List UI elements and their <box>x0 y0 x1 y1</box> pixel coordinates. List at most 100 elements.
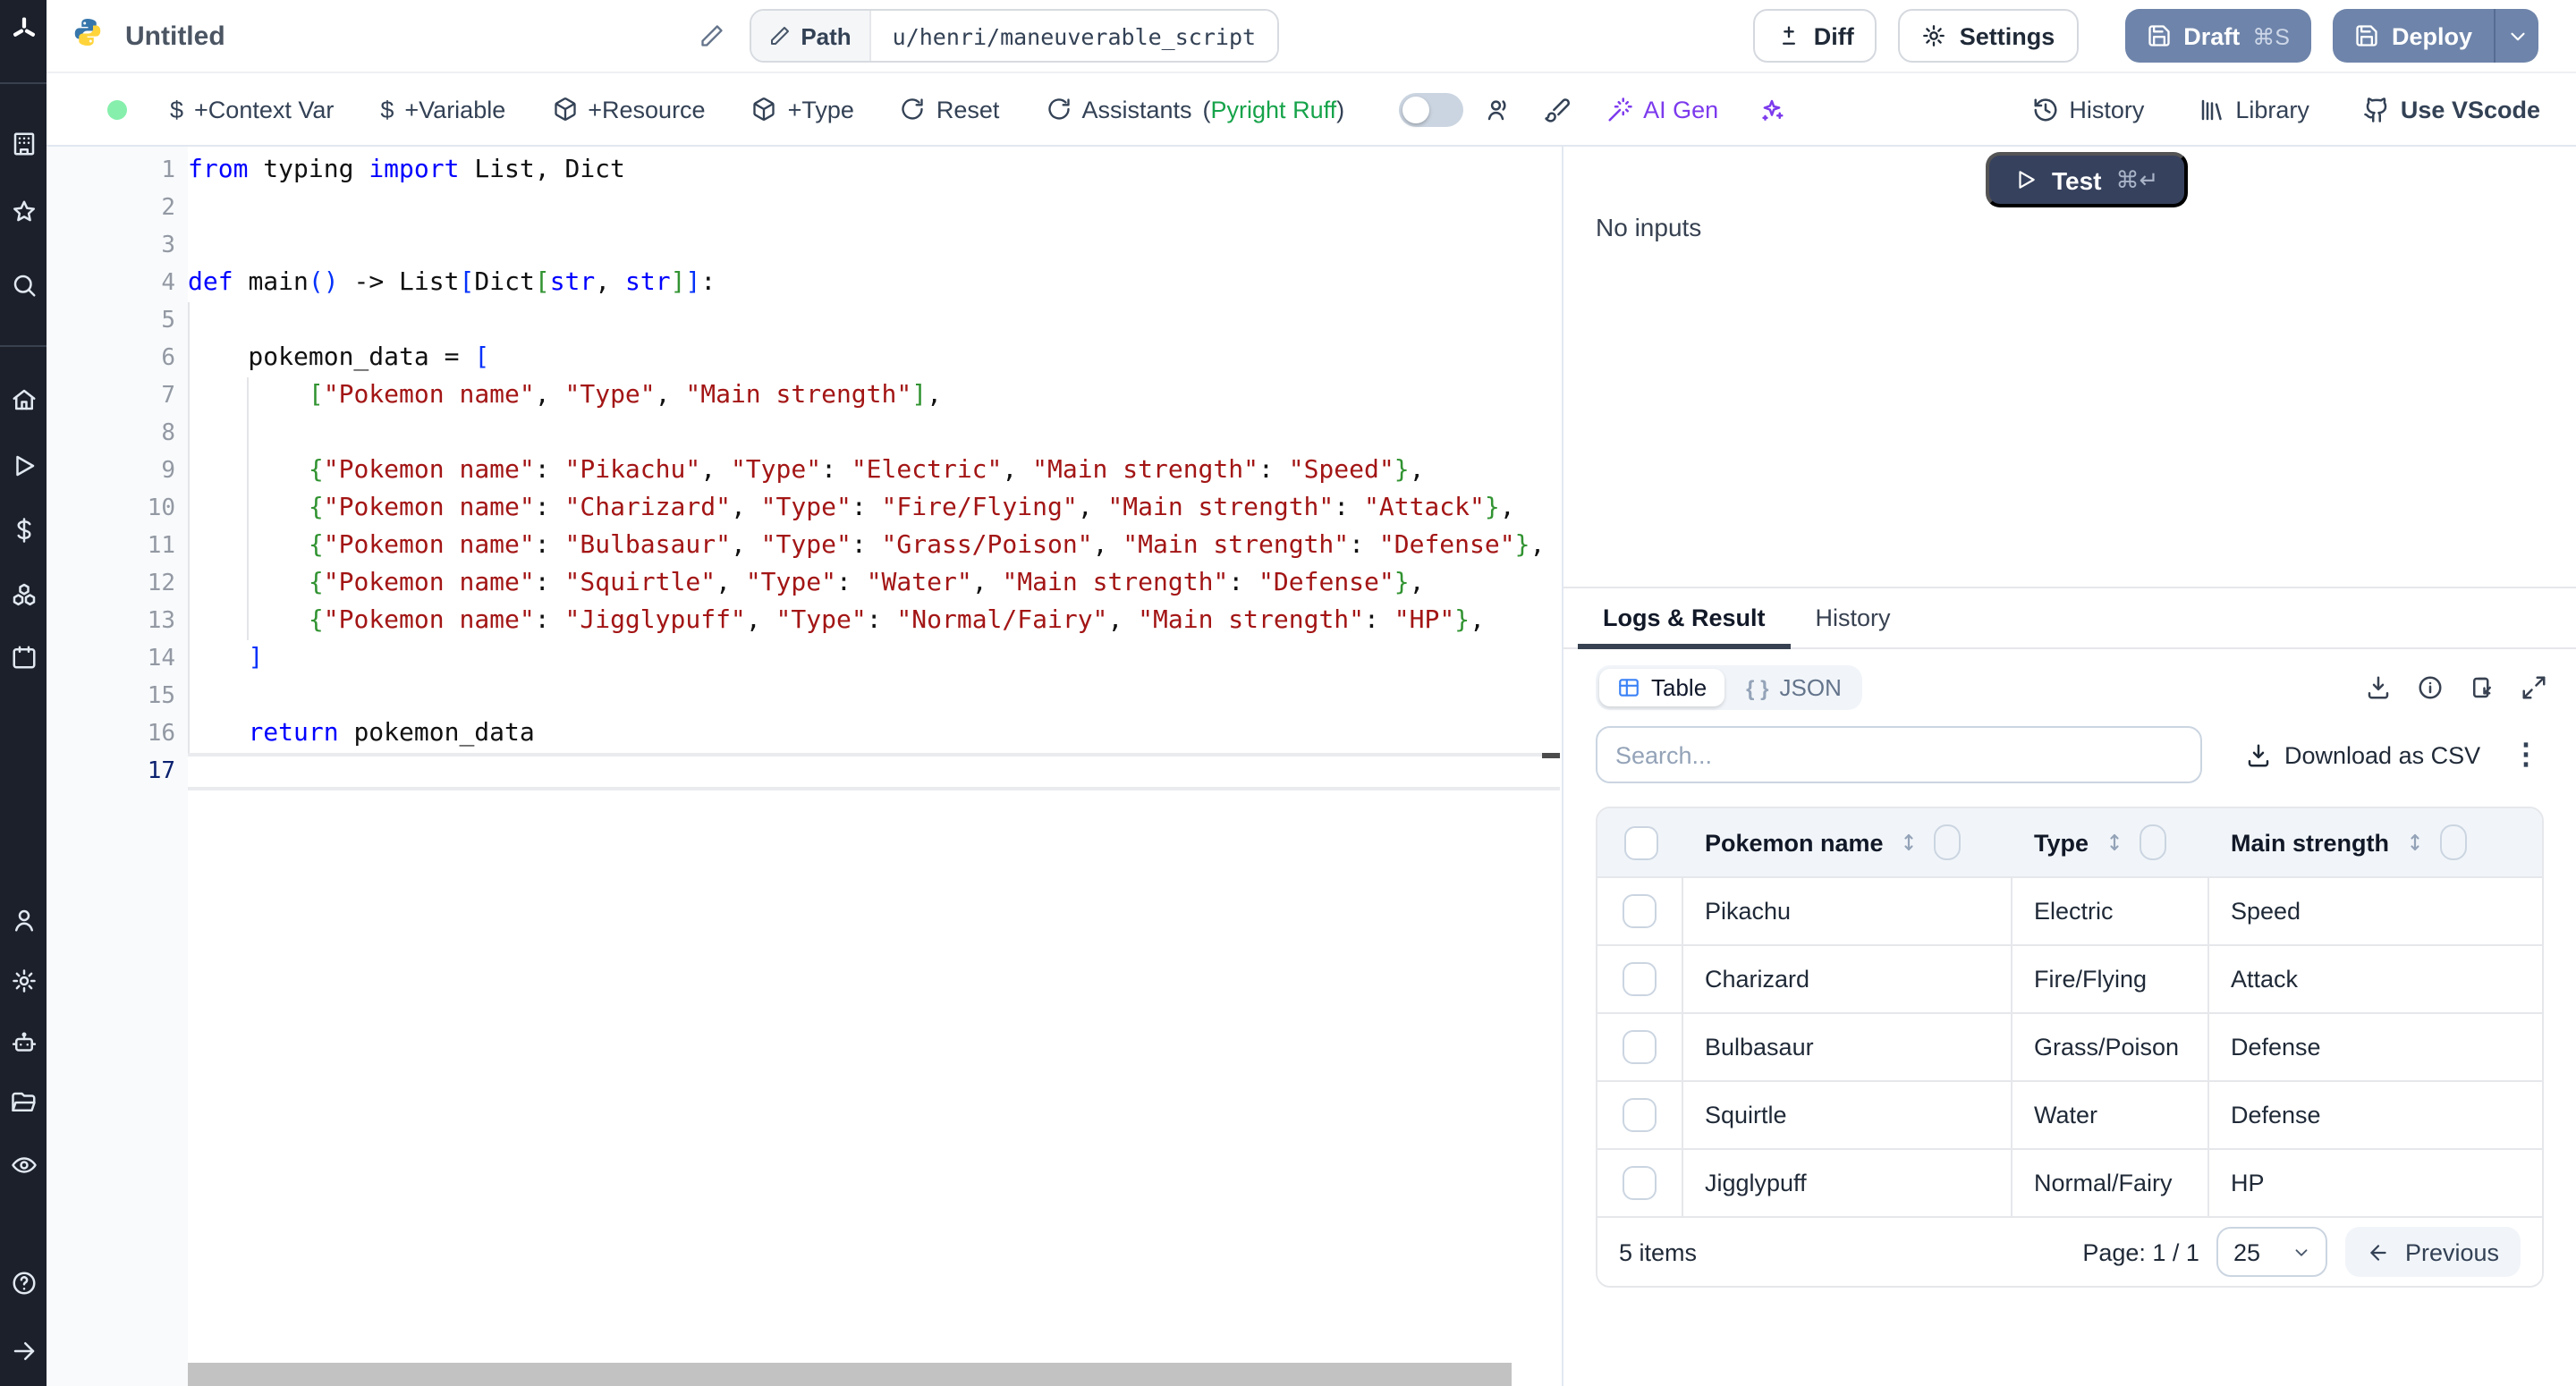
sidebar-item-favorites[interactable] <box>0 190 47 232</box>
download-result-icon[interactable] <box>2365 674 2392 701</box>
column-filter-pill[interactable] <box>2439 824 2466 860</box>
download-csv-button[interactable]: Download as CSV <box>2245 741 2480 768</box>
line-number: 16 <box>47 715 175 753</box>
sidebar-item-help[interactable] <box>0 1261 47 1304</box>
multiplayer-button[interactable] <box>1484 96 1511 123</box>
info-icon[interactable] <box>2417 674 2444 701</box>
sidebar-item-settings[interactable] <box>0 959 47 1001</box>
row-checkbox[interactable] <box>1623 1098 1657 1132</box>
add-type-button[interactable]: +Type <box>752 96 854 123</box>
code-text <box>175 678 188 715</box>
sidebar-item-user[interactable] <box>0 898 47 941</box>
view-json-option[interactable]: { } JSON <box>1728 669 1860 706</box>
multiplayer-toggle[interactable] <box>1398 92 1462 126</box>
settings-button[interactable]: Settings <box>1899 9 2079 63</box>
line-number: 15 <box>47 678 175 715</box>
line-number: 10 <box>47 490 175 528</box>
editor-horizontal-scrollbar[interactable] <box>188 1363 1512 1386</box>
code-editor[interactable]: 1from typing import List, Dict234def mai… <box>47 147 1562 1386</box>
page-size-select[interactable]: 25 <box>2217 1227 2328 1277</box>
sidebar-divider <box>0 345 47 347</box>
code-line[interactable]: 1from typing import List, Dict <box>47 152 1562 190</box>
code-line[interactable]: 8 <box>47 415 1562 452</box>
draft-button[interactable]: Draft ⌘S <box>2124 9 2311 63</box>
ai-sparkles-button[interactable] <box>1758 96 1784 123</box>
edit-pencil-icon[interactable] <box>699 23 724 48</box>
sidebar-item-schedules[interactable] <box>0 635 47 678</box>
row-checkbox[interactable] <box>1623 962 1657 996</box>
reset-button[interactable]: Reset <box>901 96 1000 123</box>
column-filter-pill[interactable] <box>1934 824 1961 860</box>
path-value[interactable]: u/henri/maneuverable_script <box>871 11 1277 61</box>
sort-icon[interactable] <box>2103 832 2124 853</box>
clipboard-copy-icon[interactable] <box>2469 674 2496 701</box>
sidebar-item-audit-logs[interactable] <box>0 1143 47 1186</box>
sidebar-item-expand[interactable] <box>0 1329 47 1372</box>
code-line[interactable]: 11 {"Pokemon name": "Bulbasaur", "Type":… <box>47 528 1562 565</box>
path-label: Path <box>801 22 851 49</box>
line-number: 13 <box>47 603 175 640</box>
draft-shortcut: ⌘S <box>2252 22 2290 49</box>
code-line[interactable]: 7 ["Pokemon name", "Type", "Main strengt… <box>47 377 1562 415</box>
indent-guide <box>188 302 190 753</box>
code-line[interactable]: 12 {"Pokemon name": "Squirtle", "Type": … <box>47 565 1562 603</box>
code-line[interactable]: 6 pokemon_data = [ <box>47 340 1562 377</box>
windmill-logo-icon[interactable] <box>0 14 47 45</box>
row-checkbox[interactable] <box>1623 894 1657 928</box>
table-cell: Defense <box>2209 1082 2542 1148</box>
more-options-button[interactable]: ⋮ <box>2512 737 2558 773</box>
code-line[interactable]: 15 <box>47 678 1562 715</box>
sort-icon[interactable] <box>2403 832 2425 853</box>
code-text: pokemon_data = [ <box>175 340 489 377</box>
history-label: History <box>2069 96 2144 123</box>
deploy-button[interactable]: Deploy <box>2333 9 2494 63</box>
user-sound-icon <box>1484 96 1511 123</box>
row-checkbox[interactable] <box>1623 1030 1657 1064</box>
format-button[interactable] <box>1543 96 1570 123</box>
sort-icon[interactable] <box>1898 832 1919 853</box>
library-button[interactable]: Library <box>2198 96 2309 123</box>
assistants-button[interactable]: Assistants (Pyright Ruff) <box>1046 96 1344 123</box>
wand-icon <box>1606 96 1632 123</box>
vscode-button[interactable]: Use VScode <box>2363 96 2540 123</box>
add-context-var-button[interactable]: $ +Context Var <box>170 96 334 123</box>
code-line[interactable]: 2 <box>47 190 1562 227</box>
code-line[interactable]: 3 <box>47 227 1562 265</box>
ai-gen-button[interactable]: AI Gen <box>1606 96 1718 123</box>
sidebar-item-resources[interactable] <box>0 572 47 615</box>
row-checkbox[interactable] <box>1623 1166 1657 1200</box>
code-line[interactable]: 4def main() -> List[Dict[str, str]]: <box>47 265 1562 302</box>
sidebar-item-variables[interactable] <box>0 508 47 551</box>
tab-logs-result[interactable]: Logs & Result <box>1578 588 1791 649</box>
deploy-dropdown-button[interactable] <box>2494 9 2538 63</box>
sidebar-divider <box>0 82 47 84</box>
code-line[interactable]: 10 {"Pokemon name": "Charizard", "Type":… <box>47 490 1562 528</box>
code-line[interactable]: 13 {"Pokemon name": "Jigglypuff", "Type"… <box>47 603 1562 640</box>
sidebar-item-workspace[interactable] <box>0 122 47 165</box>
view-table-option[interactable]: Table <box>1599 669 1724 706</box>
diff-button[interactable]: Diff <box>1753 9 1877 63</box>
expand-icon[interactable] <box>2521 674 2547 701</box>
add-resource-button[interactable]: +Resource <box>552 96 705 123</box>
sidebar-item-home[interactable] <box>0 377 47 420</box>
previous-page-button[interactable]: Previous <box>2346 1227 2521 1277</box>
code-line[interactable]: 14 ] <box>47 640 1562 678</box>
test-button[interactable]: Test ⌘↵ <box>1986 152 2187 207</box>
sidebar-item-search[interactable] <box>0 263 47 306</box>
script-title: Untitled <box>125 21 225 51</box>
sidebar-item-runs[interactable] <box>0 444 47 486</box>
code-lines: 1from typing import List, Dict234def mai… <box>47 152 1562 790</box>
add-variable-button[interactable]: $ +Variable <box>380 96 505 123</box>
code-line[interactable]: 16 return pokemon_data <box>47 715 1562 753</box>
history-button[interactable]: History <box>2031 96 2144 123</box>
sidebar-item-folders[interactable] <box>0 1080 47 1123</box>
code-line[interactable]: 9 {"Pokemon name": "Pikachu", "Type": "E… <box>47 452 1562 490</box>
column-filter-pill[interactable] <box>2139 824 2165 860</box>
code-line[interactable]: 5 <box>47 302 1562 340</box>
script-path-field[interactable]: Path u/henri/maneuverable_script <box>749 9 1279 63</box>
result-search-input[interactable] <box>1596 726 2202 783</box>
select-all-checkbox[interactable] <box>1623 825 1657 859</box>
sidebar-item-workers[interactable] <box>0 1021 47 1064</box>
tab-history[interactable]: History <box>1791 588 1916 649</box>
vscode-label: Use VScode <box>2401 96 2540 123</box>
